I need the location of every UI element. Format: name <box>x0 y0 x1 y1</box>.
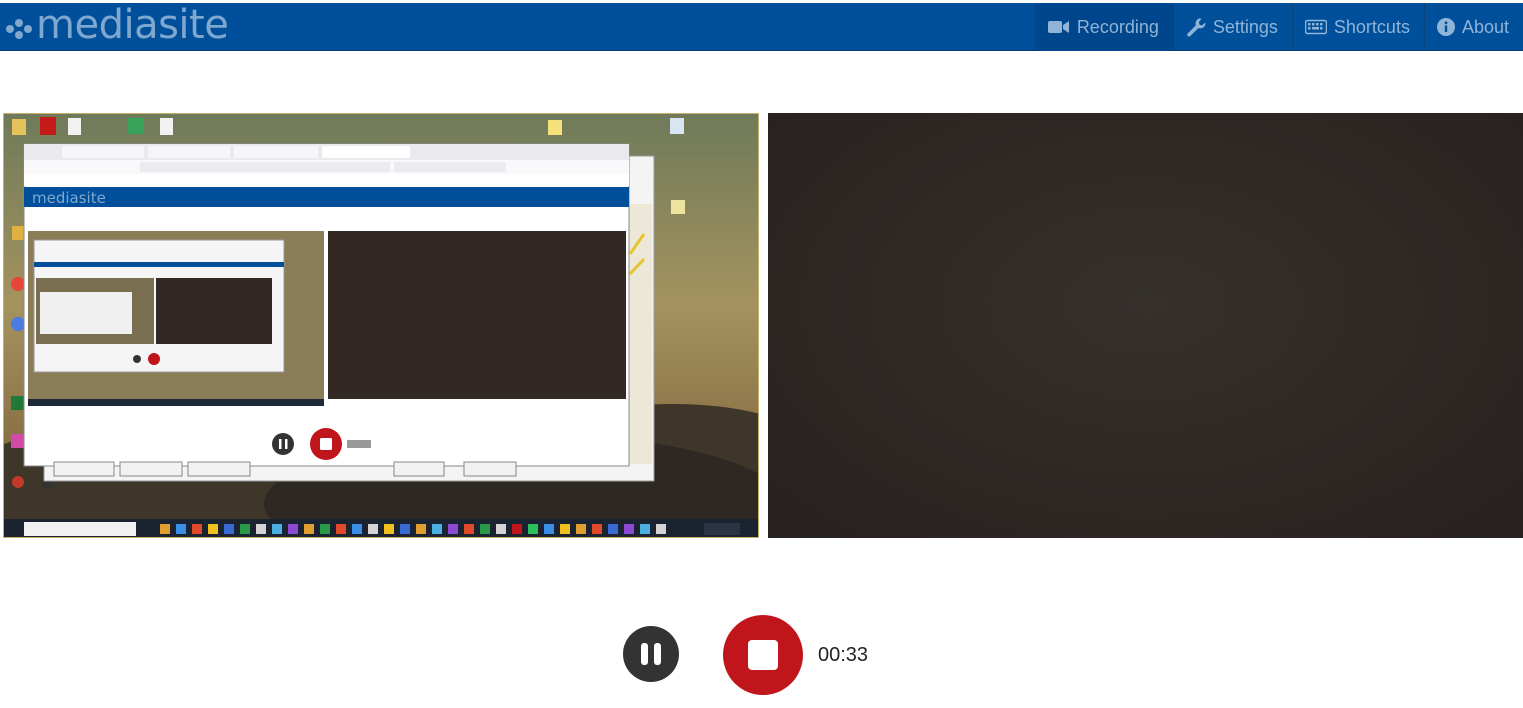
mediasite-logo[interactable]: mediasite <box>6 2 229 51</box>
screen-capture-image: mediasite <box>4 114 758 537</box>
brand-name: mediasite <box>36 2 229 48</box>
nav-label-shortcuts: Shortcuts <box>1333 16 1410 37</box>
nav-menu: Recording Settings Shortcuts About <box>1034 3 1523 51</box>
top-navbar: mediasite Recording Settings Shortcuts A… <box>0 2 1523 51</box>
stop-icon <box>748 640 778 670</box>
nav-label-recording: Recording <box>1076 16 1159 37</box>
nav-label-about: About <box>1461 16 1509 37</box>
wrench-icon <box>1186 17 1206 37</box>
pause-button[interactable] <box>623 626 679 682</box>
nav-item-about[interactable]: About <box>1423 3 1523 51</box>
svg-text:mediasite: mediasite <box>32 189 106 207</box>
keyboard-icon <box>1304 19 1327 35</box>
nav-item-settings[interactable]: Settings <box>1172 3 1292 51</box>
nav-label-settings: Settings <box>1212 16 1278 37</box>
camera-preview <box>768 113 1523 538</box>
logo-dots-icon <box>6 18 34 39</box>
screen-capture-preview: mediasite <box>3 113 759 538</box>
nav-item-shortcuts[interactable]: Shortcuts <box>1291 3 1424 51</box>
stop-button[interactable] <box>723 615 803 695</box>
info-circle-icon <box>1436 18 1455 36</box>
recording-timer: 00:33 <box>818 644 869 666</box>
nav-item-recording[interactable]: Recording <box>1034 3 1173 51</box>
video-camera-icon <box>1047 19 1070 35</box>
